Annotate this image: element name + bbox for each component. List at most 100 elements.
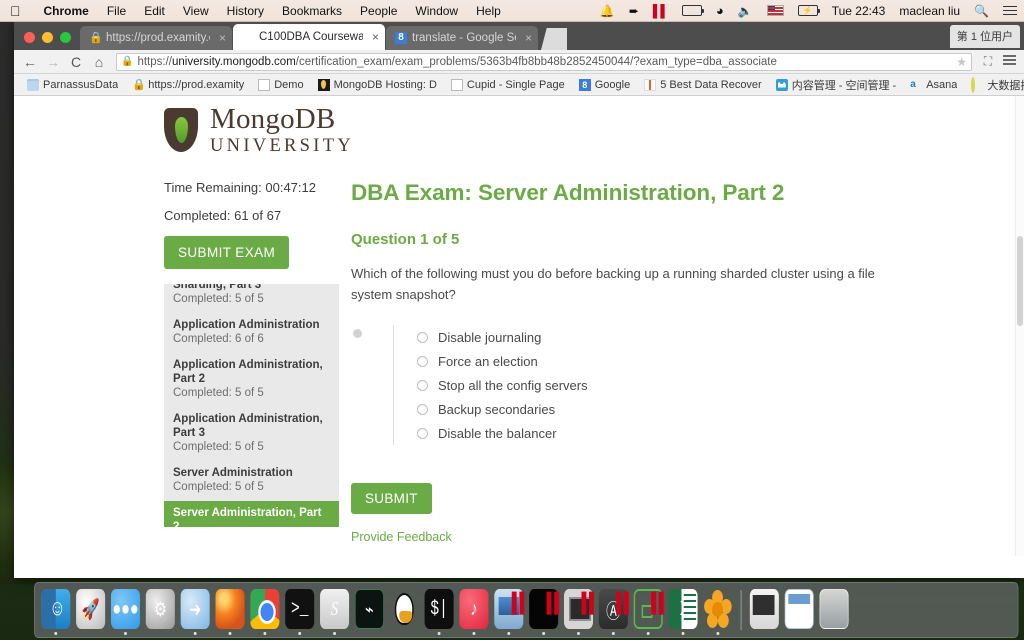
bookmark-mongodb-hosting[interactable]: MongoDB Hosting: D <box>311 78 444 91</box>
bookmark-star-icon[interactable]: ★ <box>950 55 967 69</box>
dock-item-chrome[interactable] <box>248 587 281 635</box>
recovery-icon <box>644 78 657 91</box>
maximize-window-button[interactable] <box>60 32 71 43</box>
bookmark-google[interactable]: 8 Google <box>572 78 637 91</box>
dock-item-excel[interactable]: X <box>666 587 699 635</box>
menu-people[interactable]: People <box>351 4 406 18</box>
answer-radio-group[interactable]: Disable journaling Force an election Sto… <box>393 325 588 446</box>
submit-answer-button[interactable]: SUBMIT <box>351 483 432 515</box>
dock-item-trash[interactable] <box>817 587 850 633</box>
section-name: Application Administration <box>173 319 320 332</box>
home-icon[interactable]: ⌂ <box>89 54 109 70</box>
dock-item-green-app[interactable]: ▌▌ <box>631 587 669 635</box>
menu-window[interactable]: Window <box>406 4 467 18</box>
browser-tab-examity[interactable]: 🔒 https://prod.examity.com/N × <box>80 26 232 50</box>
bookmark-cupid[interactable]: Cupid - Single Page <box>444 78 572 91</box>
bookmark-examity[interactable]: 🔒 https://prod.examity <box>125 79 251 91</box>
browser-tab-translate-google-search[interactable]: 8 translate - Google Search × <box>386 26 538 50</box>
close-window-button[interactable] <box>24 32 35 43</box>
new-tab-button[interactable] <box>541 28 567 50</box>
menu-history[interactable]: History <box>218 4 273 18</box>
section-sharding-part-3[interactable]: Sharding, Part 3 Completed: 5 of 5 <box>164 284 339 313</box>
us-flag-icon[interactable] <box>760 5 791 16</box>
browser-tab-c100dba-courseware[interactable]: C100DBA Courseware × <box>233 24 385 50</box>
dock-item-launchpad[interactable]: 🚀 <box>74 587 107 633</box>
wifi-icon[interactable]: ◕ <box>709 3 731 18</box>
dock-item-finder[interactable] <box>39 587 72 635</box>
answer-option-backup-secondaries[interactable]: Backup secondaries <box>417 397 588 421</box>
dock-item-app-store[interactable]: Ⓐ ▌▌ <box>597 587 634 635</box>
tab-close-icon[interactable]: × <box>368 30 379 44</box>
dock-item-sublime-text[interactable]: S <box>318 587 351 635</box>
tab-close-icon[interactable]: × <box>521 31 532 45</box>
radio-icon[interactable] <box>417 379 428 391</box>
back-arrow-icon[interactable]: ← <box>20 54 40 70</box>
bookmark-data-recovery[interactable]: 5 Best Data Recover <box>637 78 769 91</box>
dock-item-system-preferences[interactable]: ⚙ <box>144 587 177 633</box>
bookmark-parnassusdata[interactable]: ParnassusData <box>20 78 125 91</box>
menu-view[interactable]: View <box>174 4 218 18</box>
answer-option-force-an-election[interactable]: Force an election <box>417 349 588 373</box>
scrollbar-thumb[interactable] <box>1017 236 1023 326</box>
menu-bookmarks[interactable]: Bookmarks <box>273 4 351 18</box>
provide-feedback-link[interactable]: Provide Feedback <box>351 530 903 544</box>
chrome-menu-icon[interactable] <box>1000 53 1018 70</box>
forward-arrow-icon[interactable]: → <box>43 54 63 70</box>
dock-item-virtualbox[interactable]: ▌▌ <box>562 587 599 635</box>
reload-icon[interactable]: C <box>66 54 86 70</box>
dock-item-activity-monitor[interactable]: ⌁ <box>353 587 386 633</box>
radio-icon[interactable] <box>417 355 428 367</box>
radio-icon[interactable] <box>417 427 428 439</box>
volume-icon[interactable]: 🔈 <box>731 4 760 18</box>
dock-item-safari[interactable]: ➜ <box>178 587 211 635</box>
apple-icon[interactable]:  <box>10 4 21 18</box>
submit-exam-button[interactable]: SUBMIT EXAM <box>164 236 290 269</box>
bookmark-demo[interactable]: Demo <box>251 78 310 91</box>
mongodb-university-logo[interactable]: MongoDB UNIVERSITY <box>164 105 354 156</box>
notification-center-icon[interactable] <box>996 3 1024 17</box>
battery-meter-icon[interactable] <box>675 5 709 16</box>
dock-item-iterm[interactable]: $| <box>422 587 455 635</box>
menubar-user[interactable]: maclean liu <box>892 4 967 18</box>
chrome-profile-badge[interactable]: 第 1 位用户 <box>949 25 1020 48</box>
section-application-administration-part-3[interactable]: Application Administration, Part 3 Compl… <box>164 407 339 461</box>
radio-icon[interactable] <box>417 331 428 343</box>
menu-edit[interactable]: Edit <box>135 4 174 18</box>
menu-file[interactable]: File <box>98 4 135 18</box>
dock-item-itunes[interactable]: ♪ <box>457 587 490 635</box>
dock-recent-preview-doc[interactable] <box>783 587 816 633</box>
battery-charging-icon[interactable]: ⚡ <box>791 5 825 16</box>
pause-bars-icon[interactable]: ▌▌ <box>646 4 675 18</box>
address-bar[interactable]: 🔒 https:// university.mongodb.com /certi… <box>116 52 972 71</box>
tab-close-icon[interactable]: × <box>215 31 226 45</box>
section-server-administration-part-2[interactable]: Server Administration, Part 2 Completed:… <box>164 501 339 527</box>
menubar-clock[interactable]: Tue 22:43 <box>825 4 893 18</box>
dock-item-qq[interactable] <box>388 587 421 633</box>
section-server-administration[interactable]: Server Administration Completed: 5 of 5 <box>164 461 339 501</box>
minimize-window-button[interactable] <box>42 32 53 43</box>
bookmark-content-management[interactable]: 内容管理 - 空间管理 - <box>769 77 904 93</box>
dock-item-flower-app[interactable] <box>701 587 734 635</box>
cast-icon[interactable]: ⛶ <box>979 54 997 69</box>
menu-chrome[interactable]: Chrome <box>35 4 98 18</box>
section-application-administration[interactable]: Application Administration Completed: 6 … <box>164 313 339 353</box>
spotlight-search-icon[interactable]: 🔍 <box>967 4 996 18</box>
dock-item-firefox[interactable] <box>213 587 246 635</box>
page-scrollbar[interactable] <box>1015 96 1024 556</box>
answer-option-stop-all-config-servers[interactable]: Stop all the config servers <box>417 373 588 397</box>
dock-item-remote-desktop[interactable]: ▌▌ <box>492 587 529 635</box>
exam-section-list[interactable]: Sharding, Part 3 Completed: 5 of 5 Appli… <box>164 284 339 527</box>
bookmark-dbdao[interactable]: 大数据技术玩家 | dbD <box>964 76 1024 93</box>
dock-recent-terminal-doc[interactable] <box>748 587 781 633</box>
radio-icon[interactable] <box>417 403 428 415</box>
dock-item-messages[interactable]: ●●● <box>109 587 142 635</box>
telegram-icon[interactable]: ➨ <box>622 4 646 18</box>
dock-item-terminal[interactable]: >_ <box>283 587 316 635</box>
bell-icon[interactable]: 🔔 <box>593 4 622 18</box>
answer-option-disable-the-balancer[interactable]: Disable the balancer <box>417 421 588 445</box>
bookmark-asana[interactable]: a Asana <box>903 79 964 91</box>
section-application-administration-part-2[interactable]: Application Administration, Part 2 Compl… <box>164 353 339 407</box>
menu-help[interactable]: Help <box>467 4 510 18</box>
dock-item-black-app[interactable]: ▌▌ <box>527 587 564 635</box>
answer-option-disable-journaling[interactable]: Disable journaling <box>417 325 588 349</box>
